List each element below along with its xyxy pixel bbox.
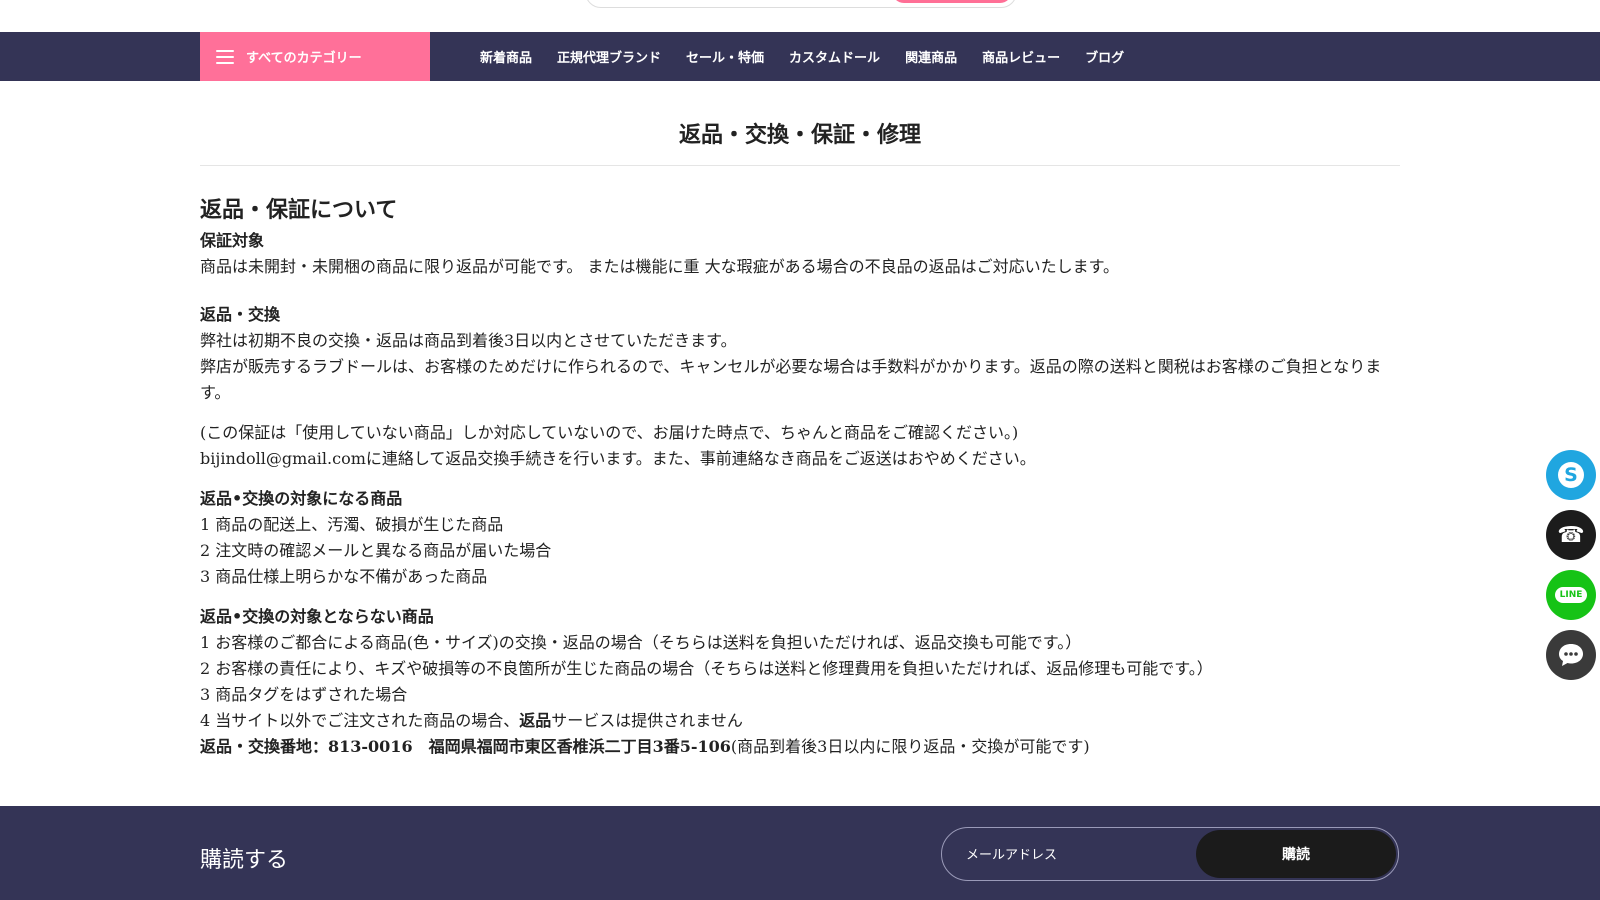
warranty-text: 商品は未開封・未開梱の商品に限り返品が可能です。 または機能に重 大な瑕疵がある… [200,257,1119,276]
skype-button[interactable]: S [1546,450,1596,500]
nav-links: 新着商品 正規代理ブランド セール・特価 カスタムドール 関連商品 商品レビュー… [480,32,1149,81]
main-nav: すべてのカテゴリー 新着商品 正規代理ブランド セール・特価 カスタムドール 関… [0,32,1600,81]
eligible-heading: 返品•交換の対象になる商品 [200,489,403,508]
section-heading: 返品・保証について [200,198,398,223]
menu-icon [216,49,234,64]
footer-subscribe: 購読する 購読 [0,806,1600,900]
line-icon: LINE [1554,587,1588,603]
warranty-heading: 保証対象 [200,231,265,250]
return-address-bold: 返品・交換番地：813-0016 福岡県福岡市東区香椎浜二丁目3番5-106 [200,737,731,756]
site-logo[interactable] [215,0,345,2]
list-item: 2 お客様の責任により、キズや破損等の不良箇所が生じた商品の場合（そちらは送料と… [200,659,1213,678]
nav-link-sale[interactable]: セール・特価 [686,47,764,66]
nav-link-reviews[interactable]: 商品レビュー [982,47,1060,66]
all-categories-button[interactable]: すべてのカテゴリー [200,32,430,81]
nav-link-custom[interactable]: カスタムドール [789,47,880,66]
ineligible-heading: 返品•交換の対象とならない商品 [200,607,434,626]
subscribe-form: 購読 [941,827,1399,881]
page-title: 返品・交換・保証・修理 [200,81,1400,166]
list-item-bold: 返品 [519,711,552,730]
list-item-text: サービスは提供されません [551,711,743,730]
main-content: 返品・交換・保証・修理 返品・保証について 保証対象 商品は未開封・未開梱の商品… [200,81,1400,760]
line-button[interactable]: LINE [1546,570,1596,620]
phone-button[interactable]: ☎ [1546,510,1596,560]
list-item: 1 商品の配送上、汚濁、破損が生じた商品 [200,515,504,534]
list-item: 1 お客様のご都合による商品(色・サイズ)の交換・返品の場合（そちらは送料を負担… [200,633,1082,652]
return-text-2: 弊店が販売するラブドールは、お客様のためだけに作られるので、キャンセルが必要な場… [200,357,1382,402]
email-input[interactable] [964,842,1188,868]
return-address: 返品・交換番地：813-0016 福岡県福岡市東区香椎浜二丁目3番5-106(商… [200,734,1400,760]
nav-link-brands[interactable]: 正規代理ブランド [557,47,661,66]
subscribe-button[interactable]: 購読 [1196,830,1396,878]
skype-icon: S [1558,462,1584,488]
search-button[interactable] [892,0,1012,3]
note-text-2: bijindoll@gmail.comに連絡して返品交換手続きを行います。また、… [200,449,1036,468]
nav-link-related[interactable]: 関連商品 [905,47,957,66]
return-address-note: (商品到着後3日以内に限り返品・交換が可能です) [730,737,1090,756]
return-heading: 返品・交換 [200,305,281,324]
phone-icon: ☎ [1557,522,1585,548]
chat-icon [1559,644,1583,666]
all-categories-label: すべてのカテゴリー [246,51,362,66]
floating-contact: S ☎ LINE [1546,450,1596,690]
note-text-1: (この保証は「使用していない商品」しか対応していないので、お届けた時点で、ちゃん… [200,423,1019,442]
return-text-1: 弊社は初期不良の交換・返品は商品到着後3日以内とさせていただきます。 [200,331,737,350]
search-bar[interactable] [585,0,1017,8]
nav-link-blog[interactable]: ブログ [1085,47,1124,66]
list-item: 4 当サイト以外でご注文された商品の場合、返品サービスは提供されません [200,708,1400,734]
nav-link-new[interactable]: 新着商品 [480,47,532,66]
list-item: 3 商品タグをはずされた場合 [200,685,408,704]
top-header [0,0,1600,32]
subscribe-title: 購読する [200,848,289,873]
list-item-text: 4 当サイト以外でご注文された商品の場合、 [200,711,520,730]
chat-button[interactable] [1546,630,1596,680]
list-item: 2 注文時の確認メールと異なる商品が届いた場合 [200,541,552,560]
list-item: 3 商品仕様上明らかな不備があった商品 [200,567,488,586]
